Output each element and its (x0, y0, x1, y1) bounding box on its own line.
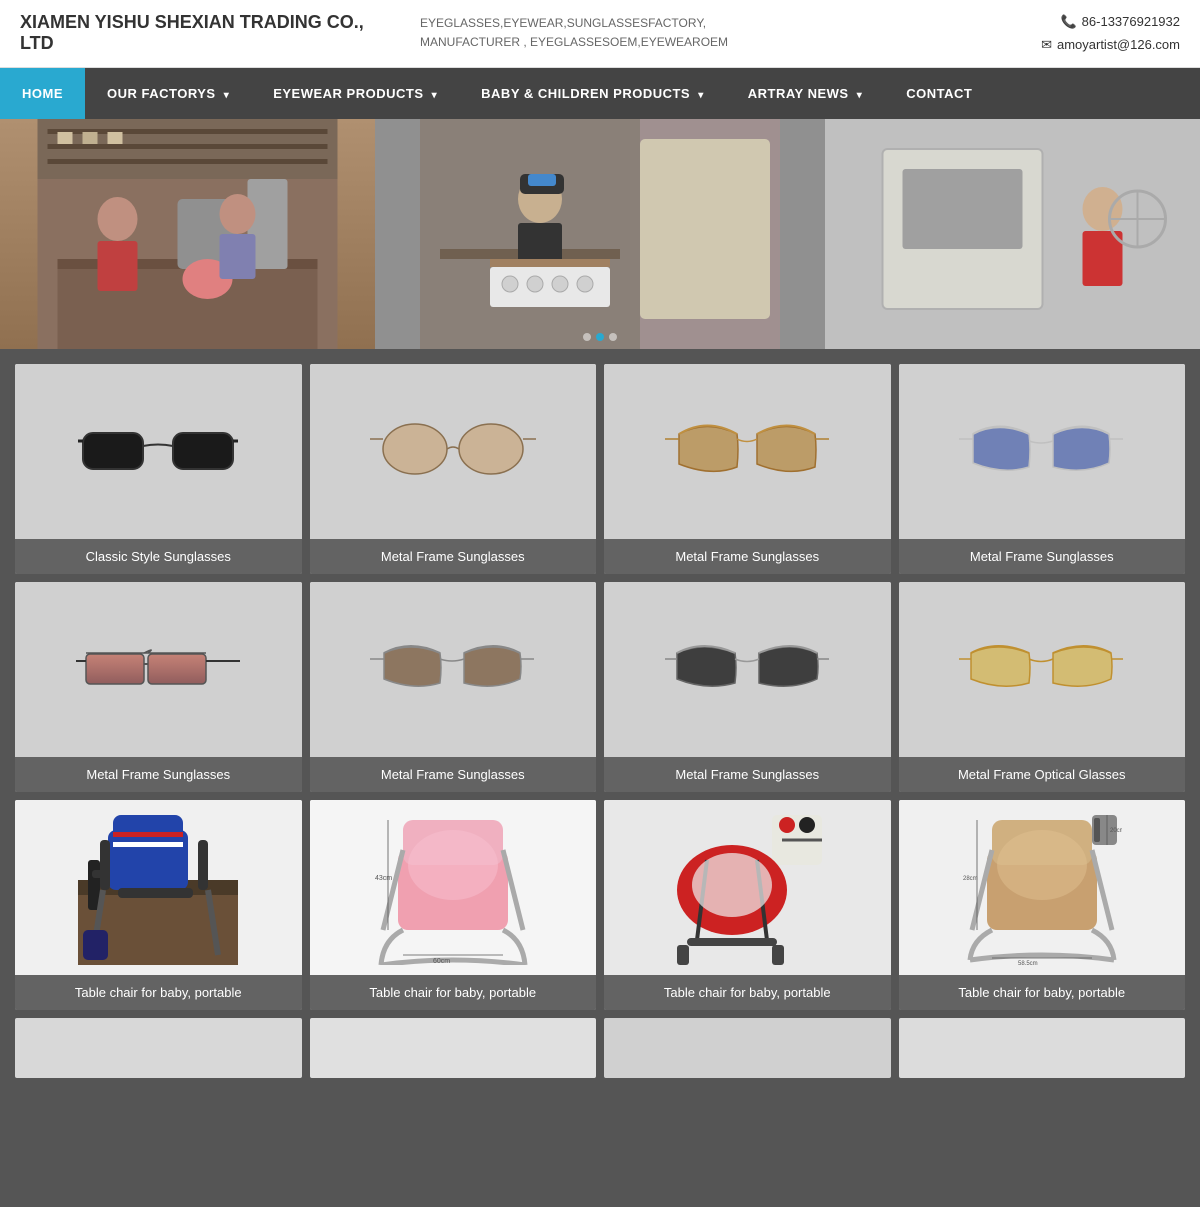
product-card-metal-aviator-black[interactable]: Metal Frame Sunglasses (604, 582, 891, 792)
product-card-baby-blue[interactable]: Table chair for baby, portable (15, 800, 302, 1010)
product-image-metal-aviator-blue (899, 364, 1186, 539)
product-label-baby-blue: Table chair for baby, portable (15, 975, 302, 1010)
product-card-baby-brown[interactable]: 20cm 28cm 58.5cm Table chair for baby, p… (899, 800, 1186, 1010)
site-tagline: EYEGLASSES,EYEWEAR,SUNGLASSESFACTORY, MA… (400, 14, 1041, 52)
product-card-metal-round[interactable]: Metal Frame Sunglasses (310, 364, 597, 574)
carousel-dot-2[interactable] (596, 333, 604, 341)
product-image-metal-optical-yellow (899, 582, 1186, 757)
svg-text:28cm: 28cm (963, 876, 978, 882)
site-contact-info: 📞 86-13376921932 ✉ amoyartist@126.com (1041, 10, 1180, 57)
product-label-metal-optical-yellow: Metal Frame Optical Glasses (899, 757, 1186, 792)
nav-news[interactable]: ARTRAY NEWS ▾ (726, 68, 885, 119)
product-card-baby-red[interactable]: Table chair for baby, portable (604, 800, 891, 1010)
product-card-metal-rect-red[interactable]: Metal Frame Sunglasses (15, 582, 302, 792)
product-card-bottom-2[interactable] (310, 1018, 597, 1078)
product-label-baby-pink: Table chair for baby, portable (310, 975, 597, 1010)
site-logo: XIAMEN YISHU SHEXIAN TRADING CO., LTD (20, 12, 400, 54)
svg-text:43cm: 43cm (375, 875, 392, 882)
email-icon: ✉ (1041, 33, 1052, 56)
product-label-metal-aviator-blue: Metal Frame Sunglasses (899, 539, 1186, 574)
svg-text:58.5cm: 58.5cm (1018, 961, 1038, 965)
hero-banner (0, 119, 1200, 349)
product-card-metal-aviator-blue[interactable]: Metal Frame Sunglasses (899, 364, 1186, 574)
product-image-baby-brown: 20cm 28cm 58.5cm (899, 800, 1186, 975)
products-row-3: Table chair for baby, portable (15, 800, 1185, 1010)
svg-text:60cm: 60cm (433, 958, 450, 965)
product-image-metal-round (310, 364, 597, 539)
product-image-classic (15, 364, 302, 539)
product-image-metal-aviator-brown (604, 364, 891, 539)
product-image-metal-aviator-dark (310, 582, 597, 757)
product-card-baby-pink[interactable]: 43cm 60cm Table chair for baby, portable (310, 800, 597, 1010)
product-card-bottom-1[interactable] (15, 1018, 302, 1078)
product-label-metal-aviator-brown: Metal Frame Sunglasses (604, 539, 891, 574)
product-card-metal-aviator-brown[interactable]: Metal Frame Sunglasses (604, 364, 891, 574)
product-label-metal-aviator-black: Metal Frame Sunglasses (604, 757, 891, 792)
products-section: Classic Style Sunglasses (0, 349, 1200, 1101)
product-label-metal-rect-red: Metal Frame Sunglasses (15, 757, 302, 792)
product-label-metal-round: Metal Frame Sunglasses (310, 539, 597, 574)
hero-image-1 (0, 119, 375, 349)
hero-image-2 (375, 119, 825, 349)
product-image-baby-blue (15, 800, 302, 975)
product-card-metal-optical-yellow[interactable]: Metal Frame Optical Glasses (899, 582, 1186, 792)
phone-info: 📞 86-13376921932 (1041, 10, 1180, 33)
nav-eyewear[interactable]: EYEWEAR PRODUCTS ▾ (251, 68, 459, 119)
product-label-classic: Classic Style Sunglasses (15, 539, 302, 574)
nav-contact[interactable]: CONTACT (884, 68, 994, 119)
hero-image-3 (825, 119, 1200, 349)
nav-home[interactable]: HOME (0, 68, 85, 119)
svg-text:20cm: 20cm (1110, 828, 1122, 834)
products-row-1: Classic Style Sunglasses (15, 364, 1185, 574)
product-card-bottom-3[interactable] (604, 1018, 891, 1078)
carousel-dot-1[interactable] (583, 333, 591, 341)
product-image-baby-pink: 43cm 60cm (310, 800, 597, 975)
product-card-bottom-4[interactable] (899, 1018, 1186, 1078)
product-label-baby-red: Table chair for baby, portable (604, 975, 891, 1010)
product-image-baby-red (604, 800, 891, 975)
products-row-2: Metal Frame Sunglasses Metal Fram (15, 582, 1185, 792)
carousel-dots (583, 333, 617, 341)
product-card-classic[interactable]: Classic Style Sunglasses (15, 364, 302, 574)
nav-baby[interactable]: BABY & CHILDREN PRODUCTS ▾ (459, 68, 726, 119)
products-row-4 (15, 1018, 1185, 1078)
main-nav: HOME OUR FACTORYS ▾ EYEWEAR PRODUCTS ▾ B… (0, 68, 1200, 119)
carousel-dot-3[interactable] (609, 333, 617, 341)
product-image-metal-aviator-black (604, 582, 891, 757)
email-info: ✉ amoyartist@126.com (1041, 33, 1180, 56)
product-card-metal-aviator-dark[interactable]: Metal Frame Sunglasses (310, 582, 597, 792)
phone-icon: 📞 (1060, 10, 1076, 33)
product-image-metal-rect-red (15, 582, 302, 757)
nav-factorys[interactable]: OUR FACTORYS ▾ (85, 68, 251, 119)
product-label-baby-brown: Table chair for baby, portable (899, 975, 1186, 1010)
product-label-metal-aviator-dark: Metal Frame Sunglasses (310, 757, 597, 792)
site-header: XIAMEN YISHU SHEXIAN TRADING CO., LTD EY… (0, 0, 1200, 68)
